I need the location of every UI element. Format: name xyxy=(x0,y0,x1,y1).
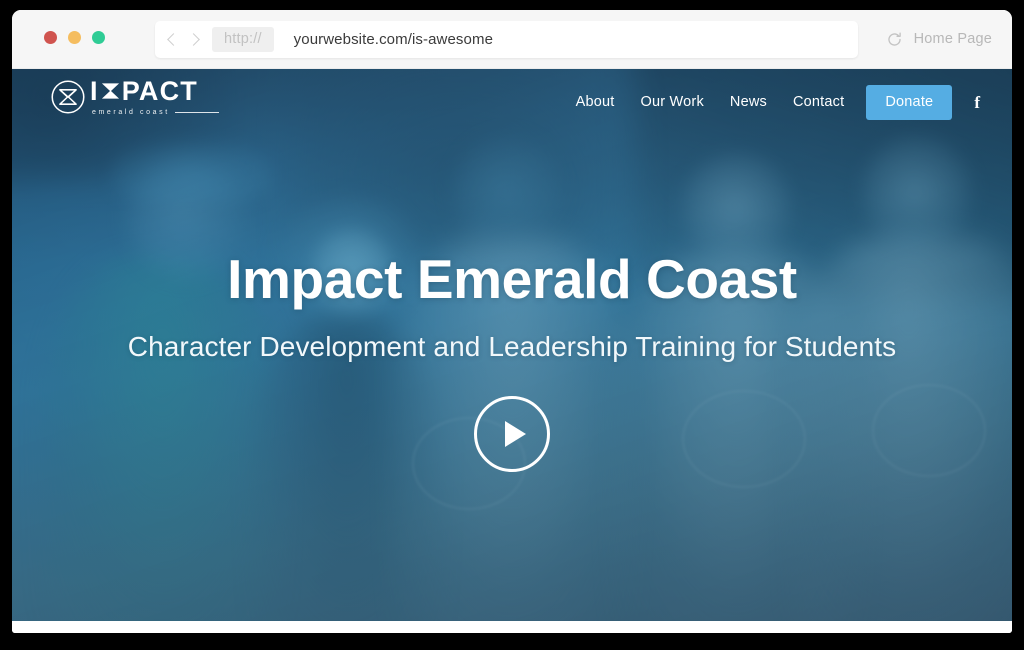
reload-icon[interactable] xyxy=(886,31,903,48)
logo-word-start: I xyxy=(90,75,99,106)
nav-link-contact[interactable]: Contact xyxy=(780,94,857,110)
impact-hourglass-badge-icon xyxy=(51,80,85,114)
logo-rule xyxy=(174,112,219,113)
hero-subtitle: Character Development and Leadership Tra… xyxy=(127,330,897,362)
logo-tagline: emerald coast xyxy=(92,109,170,116)
browser-window: http:// yourwebsite.com/is-awesome Home … xyxy=(12,10,1012,633)
play-video-button[interactable] xyxy=(474,395,550,472)
minimize-window-button[interactable] xyxy=(68,31,81,44)
address-bar[interactable]: http:// yourwebsite.com/is-awesome xyxy=(155,21,858,58)
browser-chrome-bar: http:// yourwebsite.com/is-awesome Home … xyxy=(12,10,1012,69)
back-icon[interactable] xyxy=(167,33,180,46)
hero-title: Impact Emerald Coast xyxy=(227,248,797,310)
nav-link-news[interactable]: News xyxy=(717,94,780,110)
site-header: I PACT emerald coast About Our Work News… xyxy=(12,69,1012,135)
logo-tagline-row: emerald coast xyxy=(90,109,219,116)
close-window-button[interactable] xyxy=(44,31,57,44)
logo-word: I PACT xyxy=(90,77,219,105)
site-logo[interactable]: I PACT emerald coast xyxy=(50,77,219,123)
nav-link-about[interactable]: About xyxy=(563,94,628,110)
main-navigation: About Our Work News Contact Donate f xyxy=(563,69,984,135)
logo-wordmark: I PACT emerald coast xyxy=(90,77,219,116)
forward-icon[interactable] xyxy=(187,33,200,46)
hero-content: Impact Emerald Coast Character Developme… xyxy=(12,248,1012,472)
window-controls xyxy=(44,31,105,44)
play-icon xyxy=(505,420,526,447)
facebook-icon[interactable]: f xyxy=(974,94,980,111)
page-bottom-band xyxy=(12,621,1012,633)
logo-word-end: PACT xyxy=(121,75,198,106)
navigation-arrows xyxy=(167,33,200,46)
donate-button[interactable]: Donate xyxy=(866,84,953,120)
chrome-right-group: Home Page xyxy=(886,10,992,68)
page-title-label: Home Page xyxy=(913,31,992,47)
url-scheme-pill: http:// xyxy=(212,26,274,53)
nav-link-our-work[interactable]: Our Work xyxy=(628,94,717,110)
maximize-window-button[interactable] xyxy=(92,31,105,44)
hero-section: I PACT emerald coast About Our Work News… xyxy=(12,69,1012,622)
hourglass-letter-m-icon xyxy=(101,83,119,99)
url-text[interactable]: yourwebsite.com/is-awesome xyxy=(294,31,493,48)
screenshot-stage: http:// yourwebsite.com/is-awesome Home … xyxy=(0,0,1024,650)
